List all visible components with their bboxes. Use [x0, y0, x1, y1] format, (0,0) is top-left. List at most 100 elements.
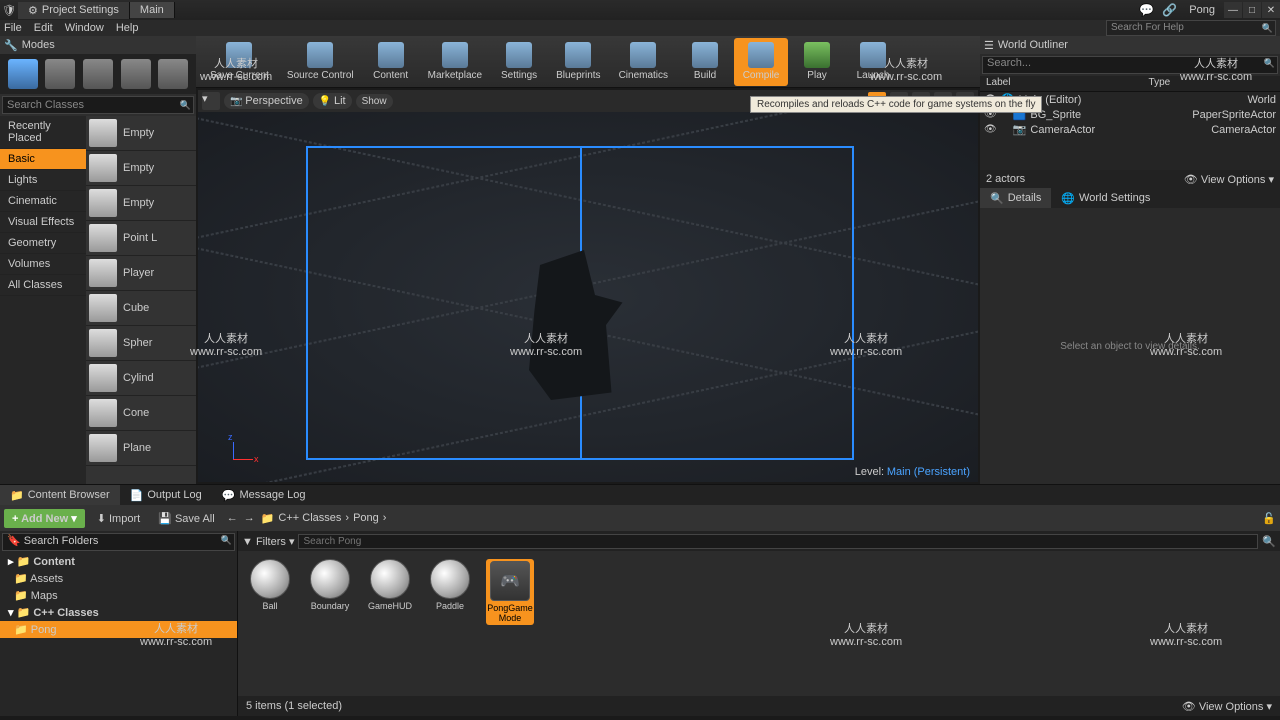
view-options-button[interactable]: 👁 View Options ▾ — [1182, 700, 1272, 713]
tab-content-browser[interactable]: 📁Content Browser — [0, 485, 120, 505]
placeable-item[interactable]: Spher — [86, 326, 196, 361]
viewport-menu-icon[interactable]: ▾ — [202, 92, 220, 110]
cat-all-classes[interactable]: All Classes — [0, 275, 86, 296]
sphere-icon — [89, 329, 117, 357]
nav-back-icon[interactable]: ← — [227, 512, 238, 524]
build-icon — [692, 42, 718, 68]
world-settings-icon: 🌐 — [1061, 192, 1075, 205]
play-button[interactable]: Play — [790, 38, 844, 86]
assets-footer: 5 items (1 selected) 👁 View Options ▾ — [238, 696, 1280, 716]
placeable-item[interactable]: Cube — [86, 291, 196, 326]
compile-button[interactable]: Compile — [734, 38, 788, 86]
visibility-icon[interactable]: 👁 — [984, 124, 997, 135]
placeable-item[interactable]: Plane — [86, 431, 196, 466]
outliner-search-input[interactable]: Search... — [982, 56, 1278, 74]
assets-search-input[interactable] — [298, 534, 1258, 549]
search-classes-input[interactable]: Search Classes — [2, 96, 194, 114]
import-button[interactable]: ⬇ Import — [91, 509, 146, 528]
asset-item[interactable]: Ball — [246, 559, 294, 611]
asset-item[interactable]: GameHUD — [366, 559, 414, 611]
content-button[interactable]: Content — [364, 38, 418, 86]
placeable-item[interactable]: Cylind — [86, 361, 196, 396]
cat-basic[interactable]: Basic — [0, 149, 86, 170]
tree-pong[interactable]: 📁 Pong — [0, 621, 237, 638]
save-all-button[interactable]: 💾 Save All — [152, 509, 221, 528]
play-icon — [804, 42, 830, 68]
plane-icon — [89, 434, 117, 462]
tab-message-log[interactable]: 💬Message Log — [212, 485, 316, 505]
cube-icon — [89, 294, 117, 322]
menu-edit[interactable]: Edit — [34, 22, 53, 34]
launch-button[interactable]: Launch — [846, 38, 900, 86]
outliner-row[interactable]: 👁📷CameraActorCameraActor — [980, 122, 1280, 137]
tab-project-settings[interactable]: ⚙Project Settings — [18, 2, 130, 19]
cat-cinematic[interactable]: Cinematic — [0, 191, 86, 212]
tree-content[interactable]: ▸ 📁 Content — [0, 553, 237, 570]
placeable-item[interactable]: Player — [86, 256, 196, 291]
save-current-button[interactable]: Save Current — [202, 38, 277, 86]
cat-visual-effects[interactable]: Visual Effects — [0, 212, 86, 233]
breadcrumb-item[interactable]: Pong — [353, 512, 379, 524]
mode-place-icon[interactable] — [8, 59, 38, 89]
modes-panel: 🔧Modes Search Classes Recently Placed Ba… — [0, 36, 196, 484]
build-button[interactable]: Build — [678, 38, 732, 86]
perspective-button[interactable]: 📷 Perspective — [224, 93, 309, 109]
tree-assets[interactable]: 📁 Assets — [0, 570, 237, 587]
add-new-button[interactable]: + Add New ▾ — [4, 509, 85, 528]
breadcrumb-item[interactable]: C++ Classes — [278, 512, 341, 524]
cinematics-button[interactable]: Cinematics — [611, 38, 676, 86]
mode-paint-icon[interactable] — [45, 59, 75, 89]
menu-window[interactable]: Window — [65, 22, 104, 34]
lit-button[interactable]: 💡 Lit — [313, 93, 352, 109]
outliner-columns: Label Type — [980, 76, 1280, 92]
menu-help[interactable]: Help — [116, 22, 139, 34]
chat-icon[interactable]: 💬 — [1135, 3, 1158, 17]
tab-details[interactable]: 🔍Details — [980, 188, 1051, 208]
filters-button[interactable]: ▼ Filters ▾ — [242, 535, 294, 548]
tab-world-settings[interactable]: 🌐World Settings — [1051, 188, 1160, 208]
placeable-item[interactable]: Empty — [86, 186, 196, 221]
view-options-button[interactable]: 👁 View Options ▾ — [1184, 173, 1274, 186]
mode-landscape-icon[interactable] — [83, 59, 113, 89]
placeable-item[interactable]: Cone — [86, 396, 196, 431]
blueprints-button[interactable]: Blueprints — [548, 38, 608, 86]
tree-maps[interactable]: 📁 Maps — [0, 587, 237, 604]
col-label[interactable]: Label — [980, 76, 1143, 91]
details-empty: Select an object to view details. — [980, 208, 1280, 484]
placeable-item[interactable]: Empty — [86, 116, 196, 151]
tree-search-input[interactable]: 🔖 Search Folders — [2, 533, 235, 551]
placeable-item[interactable]: Point L — [86, 221, 196, 256]
nav-forward-icon[interactable]: → — [244, 512, 255, 524]
viewport[interactable]: xz Level: Main (Persistent) — [198, 112, 978, 482]
tab-main[interactable]: Main — [130, 2, 175, 18]
cat-lights[interactable]: Lights — [0, 170, 86, 191]
minimize-button[interactable]: — — [1224, 2, 1242, 18]
lock-icon[interactable]: 🔓 — [1262, 512, 1276, 525]
asset-item[interactable]: Boundary — [306, 559, 354, 611]
menu-file[interactable]: File — [4, 22, 22, 34]
source-control-button[interactable]: Source Control — [279, 38, 362, 86]
cat-geometry[interactable]: Geometry — [0, 233, 86, 254]
cat-recently-placed[interactable]: Recently Placed — [0, 116, 86, 149]
cat-volumes[interactable]: Volumes — [0, 254, 86, 275]
details-icon: 🔍 — [990, 192, 1004, 205]
tree-cpp-classes[interactable]: ▾ 📁 C++ Classes — [0, 604, 237, 621]
source-icon[interactable]: 🔗 — [1158, 3, 1181, 17]
tab-output-log[interactable]: 📄Output Log — [120, 485, 212, 505]
mode-geometry-icon[interactable] — [158, 59, 188, 89]
asset-item[interactable]: 🎮PongGame Mode — [486, 559, 534, 625]
mode-foliage-icon[interactable] — [121, 59, 151, 89]
col-type[interactable]: Type — [1143, 76, 1280, 91]
marketplace-button[interactable]: Marketplace — [420, 38, 490, 86]
maximize-button[interactable]: □ — [1243, 2, 1261, 18]
placeable-item[interactable]: Empty — [86, 151, 196, 186]
outliner-footer: 2 actors 👁 View Options ▾ — [980, 170, 1280, 188]
outliner-header: ☰World Outliner — [980, 36, 1280, 54]
cylinder-icon — [89, 364, 117, 392]
search-help-input[interactable]: Search For Help — [1106, 20, 1276, 36]
close-button[interactable]: ✕ — [1262, 2, 1280, 18]
show-button[interactable]: Show — [356, 94, 393, 109]
asset-item[interactable]: Paddle — [426, 559, 474, 611]
settings-button[interactable]: Settings — [492, 38, 546, 86]
ue-logo-icon: 🛡 — [0, 4, 18, 17]
